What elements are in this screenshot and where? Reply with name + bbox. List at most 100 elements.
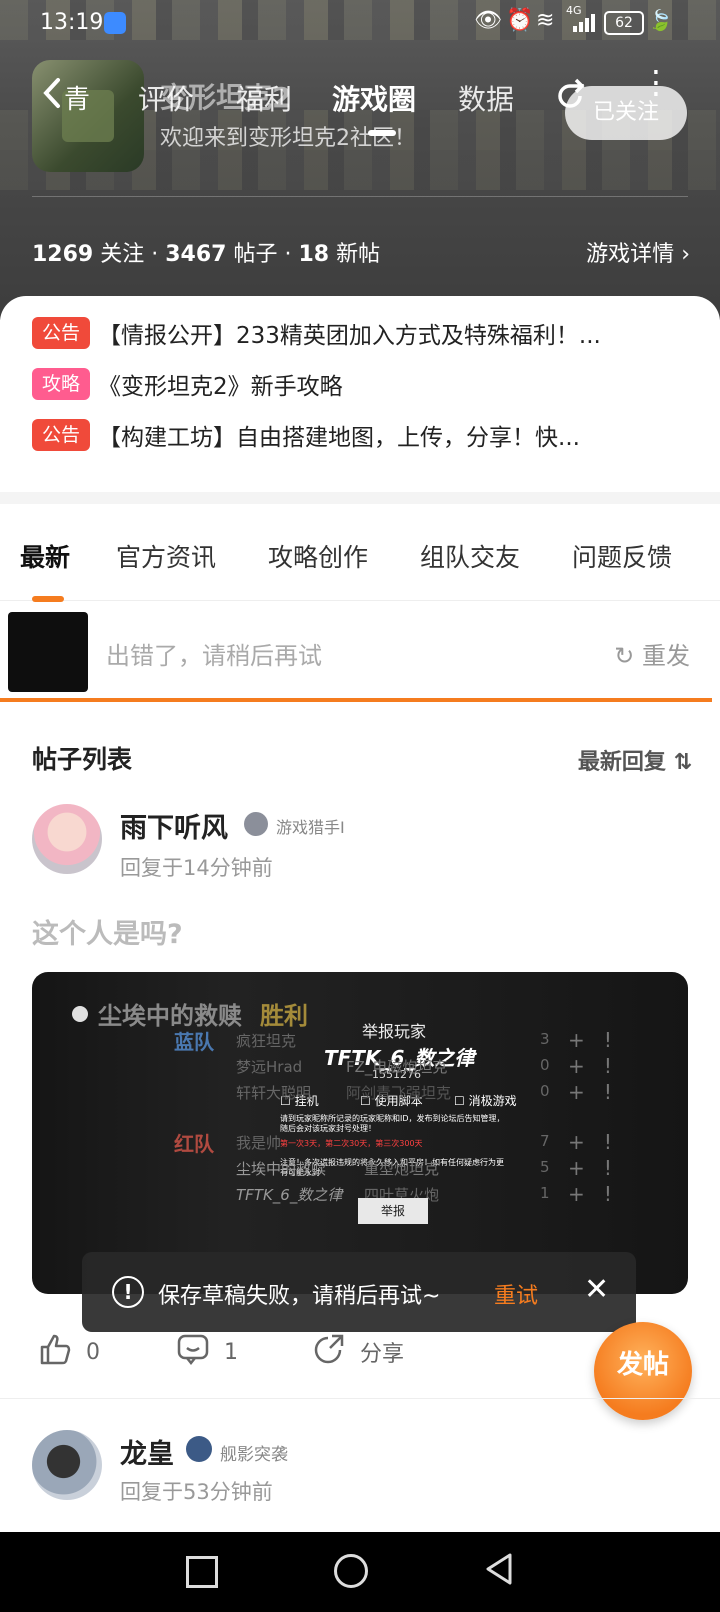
report-penalties: 第一次3天，第二次30天，第三次300天 [280, 1139, 423, 1148]
announcement-text: 《变形坦克2》新手攻略 [98, 374, 343, 400]
tab-benefits[interactable]: 福利 [236, 78, 292, 118]
score: 1 [540, 1184, 550, 1202]
comment-icon [176, 1332, 224, 1372]
user-level: 舰影突袭 [220, 1445, 288, 1465]
report-option-label: 消极游戏 [468, 1094, 517, 1108]
game-detail-link[interactable]: 游戏详情 › [586, 236, 690, 268]
wifi-icon: ≋ [536, 8, 555, 33]
category-tabs: 最新 官方资讯 攻略创作 组队交友 问题反馈 [0, 504, 720, 601]
add-icon: + ! [568, 1080, 612, 1104]
blue-player: 轩轩大聪明 [236, 1084, 312, 1102]
blue-player: 梦远Hrad [236, 1058, 303, 1076]
resend-label: 重发 [642, 642, 690, 670]
level-badge-icon [244, 812, 268, 836]
recent-apps-button[interactable] [186, 1556, 218, 1588]
level-badge-icon [186, 1436, 212, 1462]
followers-count: 1269 [32, 242, 94, 267]
tab-guides[interactable]: 攻略创作 [268, 538, 368, 574]
alert-icon: ! [112, 1276, 144, 1308]
post-author-name[interactable]: 龙皇 [120, 1432, 174, 1471]
announcement-card: 公告 【情报公开】233精英团加入方式及特殊福利！... 攻略 《变形坦克2》新… [0, 296, 720, 492]
leaf-icon: 🍃 [648, 8, 673, 32]
create-post-button[interactable]: 发帖 [594, 1322, 692, 1420]
tab-official-news[interactable]: 官方资讯 [116, 538, 216, 574]
score: 5 [540, 1158, 550, 1176]
stats-separator: · [284, 242, 292, 267]
toast-retry-button[interactable]: 重试 [494, 1278, 538, 1310]
share-button[interactable]: 分享 [312, 1332, 404, 1372]
tab-team-up[interactable]: 组队交友 [420, 538, 520, 574]
battery-level: 62 [615, 15, 633, 31]
announcement-tag: 公告 [32, 317, 91, 349]
thumbs-up-icon [38, 1332, 86, 1372]
battery-icon: 62 [604, 11, 644, 35]
announcement-tag: 公告 [32, 419, 91, 451]
report-header: 举报玩家 [362, 1022, 427, 1041]
post-content[interactable]: 这个人是吗? [32, 912, 183, 951]
announcement-item[interactable]: 攻略 《变形坦克2》新手攻略 [32, 367, 692, 401]
post-time: 回复于53分钟前 [120, 1480, 273, 1504]
score: 0 [540, 1056, 550, 1074]
chevron-left-icon [40, 76, 64, 118]
sort-selector[interactable]: 最新回复 ⇅ [578, 744, 692, 776]
close-icon[interactable]: ✕ [584, 1272, 609, 1307]
like-button[interactable]: 0 [38, 1332, 100, 1372]
post-author-name[interactable]: 雨下听风 [120, 806, 228, 845]
sort-icon: ⇅ [673, 750, 692, 775]
back-nav-button[interactable] [484, 1552, 514, 1590]
blue-team-label: 蓝队 [174, 1030, 214, 1054]
status-time: 13:19 [40, 10, 104, 35]
opponent-name: 重型炮坦克 [364, 1160, 440, 1178]
match-title: 尘埃中的救赎 [98, 1002, 242, 1030]
community-stats: 1269 关注 · 3467 帖子 · 18 新帖 [32, 236, 380, 268]
game-detail-label: 游戏详情 [586, 242, 675, 267]
announcement-tag: 攻略 [32, 368, 91, 400]
home-button[interactable] [334, 1554, 368, 1588]
comment-count: 1 [224, 1339, 238, 1365]
like-count: 0 [86, 1339, 100, 1365]
nav-tab-indicator [368, 130, 396, 136]
tab-data[interactable]: 数据 [458, 78, 514, 118]
add-icon: + ! [568, 1182, 612, 1206]
blue-player: 疯狂坦克 [236, 1032, 297, 1050]
post-time: 回复于14分钟前 [120, 856, 273, 880]
comment-button[interactable]: 1 [176, 1332, 238, 1372]
add-icon: + ! [568, 1054, 612, 1078]
sort-label: 最新回复 [577, 750, 666, 775]
score: 7 [540, 1132, 550, 1150]
posts-label: 帖子 [233, 242, 278, 267]
status-bar: 13:19 👁 ⏰ ≋ 4G 62 🍃 [0, 0, 720, 48]
refresh-icon: ↻ [614, 642, 635, 670]
tab-feedback[interactable]: 问题反馈 [572, 538, 672, 574]
announcement-item[interactable]: 公告 【构建工坊】自由搭建地图，上传，分享！快... [32, 418, 692, 452]
opponent-name: 阿剑青飞强坦克 [346, 1084, 452, 1102]
section-gap [0, 492, 720, 504]
tab-latest[interactable]: 最新 [20, 538, 70, 574]
follow-button[interactable]: 已关注 [565, 86, 687, 140]
toast-message: 保存草稿失败，请稍后再试~ [158, 1284, 441, 1309]
report-option: ☐ 消极游戏 [454, 1094, 517, 1108]
add-icon: + ! [568, 1156, 612, 1180]
resend-button[interactable]: ↻ 重发 [614, 636, 690, 671]
announcement-text: 【情报公开】233精英团加入方式及特殊福利！... [98, 323, 601, 349]
avatar[interactable] [32, 804, 102, 874]
chevron-right-icon: › [681, 242, 690, 267]
red-player: 尘埃中的救赎 [236, 1160, 327, 1178]
avatar[interactable] [32, 1430, 102, 1500]
post-image[interactable]: 尘埃中的救赎 胜利 举报玩家 TFTK_6_数之律 1551276 ☐ 挂机 ☐… [32, 972, 688, 1294]
match-result: 胜利 [260, 1002, 308, 1030]
red-team-label: 红队 [174, 1132, 214, 1156]
share-label: 分享 [360, 1342, 405, 1367]
share-icon [312, 1332, 360, 1372]
posts-count: 3467 [165, 242, 227, 267]
announcement-item[interactable]: 公告 【情报公开】233精英团加入方式及特殊福利！... [32, 316, 692, 350]
score: 0 [540, 1082, 550, 1100]
alarm-icon: ⏰ [506, 8, 534, 33]
back-button[interactable]: 青 [40, 76, 90, 118]
post-divider [0, 1398, 720, 1399]
signal-icon [572, 12, 598, 37]
tab-reviews[interactable]: 评价 [138, 78, 194, 118]
post-list-title: 帖子列表 [32, 745, 133, 774]
tab-community[interactable]: 游戏圈 [332, 78, 416, 118]
system-navigation-bar [0, 1532, 720, 1612]
